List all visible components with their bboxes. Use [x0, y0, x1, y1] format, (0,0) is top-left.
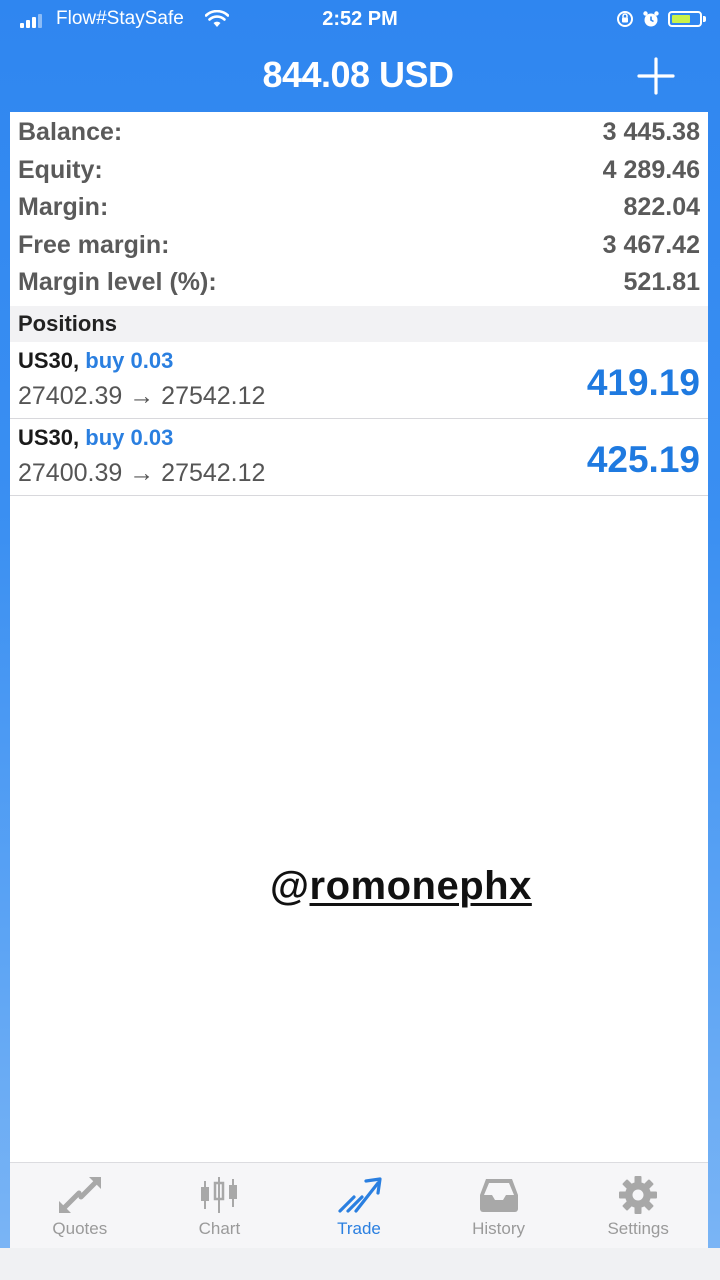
position-symbol: US30,: [18, 424, 80, 450]
trade-trend-icon: [338, 1177, 382, 1213]
equity-row: Equity: 4 289.46: [10, 152, 708, 190]
row-value: 3 467.42: [602, 230, 700, 259]
bottom-strip: [0, 1248, 720, 1280]
row-label: Margin level (%):: [18, 268, 217, 297]
margin-row: Margin: 822.04: [10, 189, 708, 227]
position-prices: 27402.39 → 27542.12: [18, 381, 266, 410]
position-row[interactable]: US30, buy 0.03 27400.39 → 27542.12 425.1…: [10, 419, 708, 496]
tab-label: History: [472, 1219, 526, 1238]
tab-label: Trade: [337, 1219, 381, 1238]
rotation-lock-icon: [617, 11, 633, 27]
tab-history[interactable]: History: [429, 1163, 569, 1249]
free-margin-row: Free margin: 3 467.42: [10, 227, 708, 265]
tab-chart[interactable]: Chart: [150, 1163, 290, 1249]
row-label: Margin:: [18, 193, 109, 222]
position-profit: 425.19: [586, 438, 700, 480]
watermark-username: romonephx: [309, 864, 532, 908]
tab-trade[interactable]: Trade: [289, 1163, 429, 1249]
inbox-tray-icon: [479, 1179, 518, 1212]
status-right-icons: [616, 8, 706, 30]
status-bar: Flow#StaySafe 2:52 PM: [0, 0, 720, 40]
candlestick-chart-icon: [201, 1177, 238, 1213]
tab-label: Settings: [607, 1219, 669, 1238]
row-value: 822.04: [623, 193, 700, 222]
position-side: buy 0.03: [85, 424, 174, 450]
account-summary: Balance: 3 445.38 Equity: 4 289.46 Margi…: [10, 112, 708, 302]
position-side: buy 0.03: [85, 347, 174, 373]
position-row[interactable]: US30, buy 0.03 27402.39 → 27542.12 419.1…: [10, 342, 708, 419]
tab-settings[interactable]: Settings: [568, 1163, 708, 1249]
tab-label: Chart: [198, 1219, 241, 1238]
tab-quotes[interactable]: Quotes: [10, 1163, 150, 1249]
row-value: 4 289.46: [602, 155, 700, 184]
quotes-arrows-icon: [58, 1177, 101, 1213]
navigation-bar: 844.08 USD: [0, 40, 720, 110]
battery-icon: [668, 11, 706, 27]
row-value: 521.81: [623, 268, 700, 297]
position-symbol: US30,: [18, 347, 80, 373]
positions-header: Positions: [10, 305, 708, 342]
row-label: Equity:: [18, 155, 103, 184]
watermark-handle: @romonephx: [270, 864, 532, 909]
row-label: Balance:: [18, 118, 123, 147]
balance-row: Balance: 3 445.38: [10, 114, 708, 152]
watermark-at: @: [270, 864, 310, 908]
trade-content: Balance: 3 445.38 Equity: 4 289.46 Margi…: [10, 112, 708, 1162]
gear-icon: [619, 1176, 658, 1214]
alarm-clock-icon: [643, 11, 659, 27]
status-time: 2:52 PM: [322, 8, 398, 30]
row-value: 3 445.38: [602, 118, 700, 147]
page-title: 844.08 USD: [262, 54, 454, 95]
position-title: US30, buy 0.03: [18, 348, 173, 374]
margin-level-row: Margin level (%): 521.81: [10, 264, 708, 302]
position-profit: 419.19: [586, 361, 700, 403]
tab-label: Quotes: [52, 1219, 108, 1238]
tab-bar: Quotes Chart Trade History Settings: [10, 1162, 708, 1249]
row-label: Free margin:: [18, 230, 170, 259]
plus-icon[interactable]: [636, 56, 676, 96]
app-screen: Flow#StaySafe 2:52 PM 844.08 USD Balance…: [0, 0, 720, 1280]
position-prices: 27400.39 → 27542.12: [18, 458, 266, 487]
position-title: US30, buy 0.03: [18, 425, 173, 451]
